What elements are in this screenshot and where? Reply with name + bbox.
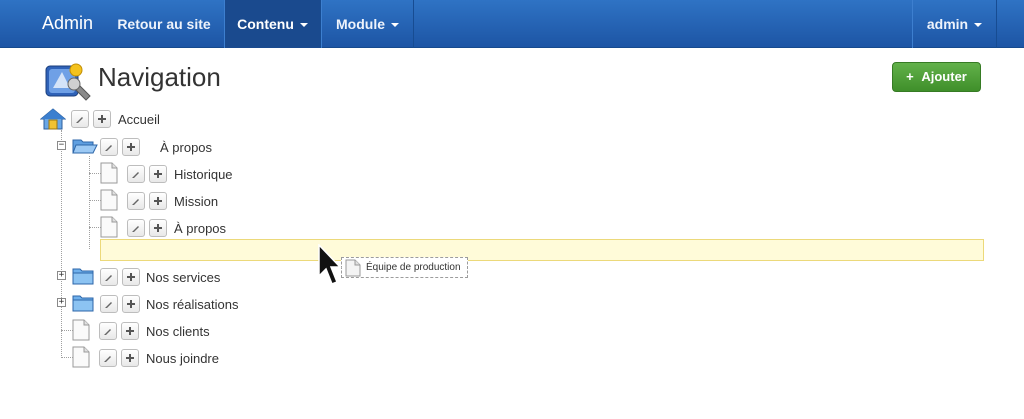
add-child-button[interactable] [149, 165, 167, 183]
expand-icon[interactable]: + [57, 298, 66, 307]
folder-open-icon [72, 139, 98, 154]
pencil-icon [105, 302, 112, 308]
tree-root-accueil: Accueil [40, 107, 240, 130]
user-menu-label: admin [926, 16, 969, 32]
edit-button[interactable] [100, 268, 118, 286]
edit-button[interactable] [100, 295, 118, 313]
home-icon [40, 108, 66, 130]
edit-button[interactable] [127, 219, 145, 237]
plus-icon [154, 170, 162, 178]
plus-icon [126, 327, 134, 335]
plus-icon [98, 115, 106, 123]
edit-button[interactable] [100, 138, 118, 156]
pencil-icon [105, 275, 112, 281]
pencil-icon [76, 117, 83, 123]
edit-button[interactable] [71, 110, 89, 128]
page-icon [100, 189, 118, 211]
expand-icon[interactable]: + [57, 271, 66, 280]
navigation-compass-icon [45, 63, 91, 101]
tree-item-a-propos-page: À propos [100, 216, 300, 238]
add-button-label: Ajouter [921, 69, 967, 84]
tree-item-nous-joindre: Nous joindre [72, 346, 272, 368]
plus-icon: + [906, 69, 914, 84]
tree-guide-line [61, 130, 62, 358]
page-icon [72, 346, 90, 368]
collapse-icon[interactable]: − [57, 141, 66, 150]
nav-contenu[interactable]: Contenu [224, 0, 321, 48]
folder-icon [72, 268, 94, 285]
pencil-icon [104, 329, 111, 335]
plus-icon [126, 354, 134, 362]
pencil-icon [105, 145, 112, 151]
page-icon [345, 259, 361, 277]
tree-item-nos-realisations: + Nos réalisations [56, 292, 276, 314]
add-child-button[interactable] [122, 295, 140, 313]
page-icon [100, 216, 118, 238]
edit-button[interactable] [127, 192, 145, 210]
tree-item-label[interactable]: Accueil [118, 112, 160, 127]
top-navbar: Admin Retour au site Contenu Module admi… [0, 0, 1024, 48]
mouse-cursor-icon [318, 244, 342, 285]
tree-guide-line [89, 156, 90, 249]
tree-item-label[interactable]: À propos [160, 140, 212, 155]
page-icon [72, 319, 90, 341]
add-button[interactable]: + Ajouter [892, 62, 981, 92]
add-child-button[interactable] [121, 322, 139, 340]
tree-item-mission: Mission [100, 189, 300, 211]
plus-icon [154, 224, 162, 232]
nav-contenu-label: Contenu [237, 16, 294, 32]
page-title: Navigation [98, 62, 221, 92]
add-child-button[interactable] [93, 110, 111, 128]
tree-item-label[interactable]: Nos clients [146, 324, 210, 339]
nav-retour-au-site[interactable]: Retour au site [104, 0, 224, 48]
nav-retour-au-site-label: Retour au site [117, 16, 211, 32]
tree-item-label[interactable]: Nous joindre [146, 351, 219, 366]
chevron-down-icon [299, 23, 308, 28]
pencil-icon [104, 356, 111, 362]
add-child-button[interactable] [122, 268, 140, 286]
tree-item-label[interactable]: Historique [174, 167, 233, 182]
tree-item-a-propos-folder: − À propos [56, 135, 256, 157]
tree-item-nos-clients: Nos clients [72, 319, 272, 341]
plus-icon [127, 273, 135, 281]
drag-helper[interactable]: Équipe de production [341, 257, 468, 278]
add-child-button[interactable] [122, 138, 140, 156]
pencil-icon [132, 199, 139, 205]
plus-icon [154, 197, 162, 205]
pencil-icon [132, 172, 139, 178]
drop-placeholder[interactable] [100, 239, 984, 261]
brand-link[interactable]: Admin [42, 13, 93, 34]
chevron-down-icon [391, 23, 399, 28]
user-menu[interactable]: admin [912, 0, 997, 48]
pencil-icon [132, 226, 139, 232]
folder-icon [72, 295, 94, 312]
tree-item-label[interactable]: Nos services [146, 270, 220, 285]
tree-item-label[interactable]: Nos réalisations [146, 297, 239, 312]
nav-module[interactable]: Module [321, 0, 414, 48]
edit-button[interactable] [127, 165, 145, 183]
plus-icon [127, 300, 135, 308]
nav-module-label: Module [336, 16, 385, 32]
add-child-button[interactable] [121, 349, 139, 367]
tree-item-label[interactable]: Mission [174, 194, 218, 209]
page-icon [100, 162, 118, 184]
plus-icon [127, 143, 135, 151]
chevron-down-icon [974, 23, 983, 28]
tree-item-historique: Historique [100, 162, 300, 184]
tree-item-label[interactable]: À propos [174, 221, 226, 236]
drag-helper-label: Équipe de production [366, 262, 461, 273]
tree-item-nos-services: + Nos services [56, 265, 276, 287]
edit-button[interactable] [99, 349, 117, 367]
edit-button[interactable] [99, 322, 117, 340]
add-child-button[interactable] [149, 219, 167, 237]
add-child-button[interactable] [149, 192, 167, 210]
